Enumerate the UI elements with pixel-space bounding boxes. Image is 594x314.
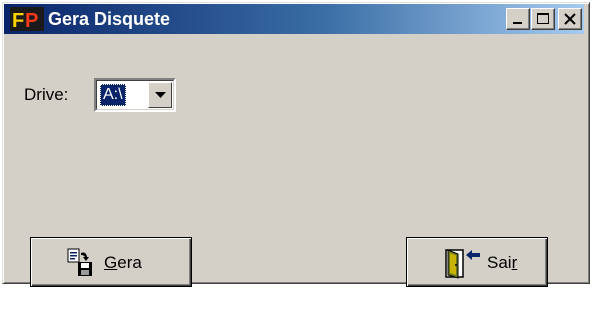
sair-button[interactable]: Sair [406, 237, 548, 287]
close-icon [564, 13, 576, 25]
drive-select[interactable]: A:\ [94, 78, 176, 112]
fp-logo-icon: F P [10, 7, 44, 31]
gera-button-label: Gera [104, 253, 142, 272]
chevron-down-icon [155, 92, 166, 98]
sair-button-label: Sair [487, 253, 518, 272]
drive-dropdown-button[interactable] [148, 82, 172, 108]
drive-select-value[interactable]: A:\ [100, 84, 126, 106]
drive-label: Drive: [24, 85, 69, 104]
svg-text:P: P [25, 10, 38, 31]
minimize-icon [513, 22, 522, 24]
minimize-button[interactable] [506, 8, 530, 30]
gera-button[interactable]: Gera [30, 237, 192, 287]
maximize-button[interactable] [531, 8, 555, 30]
drive-select-field[interactable]: A:\ [96, 80, 174, 110]
title-bar[interactable]: F P Gera Disquete [4, 4, 584, 34]
exit-door-icon [445, 249, 480, 279]
window-title: Gera Disquete [48, 9, 171, 29]
copy-to-floppy-icon [67, 248, 92, 276]
close-button[interactable] [558, 8, 582, 30]
maximize-icon [537, 13, 549, 24]
svg-text:F: F [12, 10, 24, 31]
